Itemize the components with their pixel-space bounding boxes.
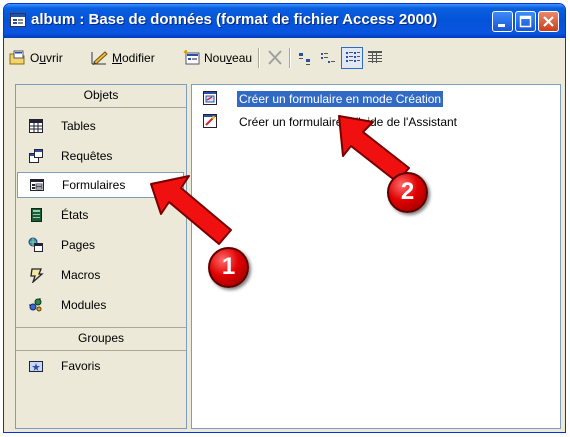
new-object-icon [183, 50, 200, 65]
object-item-label: Macros [61, 268, 101, 282]
groups-header[interactable]: Groupes [16, 327, 186, 351]
list-item-label: Créer un formulaire en mode Création [237, 91, 444, 107]
group-item-favorites[interactable]: Favoris [16, 353, 186, 379]
details-view-icon [368, 51, 382, 63]
delete-button[interactable] [266, 49, 287, 67]
minimize-icon [498, 24, 505, 27]
toolbar: Ou vrir Modifier Nou v eau [4, 38, 565, 74]
group-item-label: Favoris [61, 359, 101, 373]
object-item-modules[interactable]: Modules [16, 292, 186, 318]
toolbar-separator [258, 48, 260, 68]
open-form-icon [9, 50, 25, 65]
new-label-pre: Nou [204, 51, 227, 65]
object-item-macros[interactable]: Macros [16, 262, 186, 288]
objects-header[interactable]: Objets [16, 85, 186, 108]
report-icon [31, 208, 42, 222]
large-icons-view-icon [299, 53, 310, 65]
list-view-icon [346, 52, 360, 62]
details-view-button[interactable] [364, 47, 386, 69]
small-icons-view-button[interactable] [317, 47, 339, 69]
new-label-post: eau [232, 51, 253, 65]
new-button[interactable]: Nou v eau [183, 49, 252, 67]
modify-label-accel: M [112, 51, 122, 65]
macro-icon [30, 268, 44, 283]
database-window: album : Base de données (format de fichi… [3, 3, 566, 433]
table-icon [29, 119, 43, 133]
open-label-accel: u [39, 51, 47, 65]
page-icon [28, 237, 43, 252]
object-item-label: Tables [61, 119, 96, 133]
object-item-label: États [61, 208, 89, 222]
small-icons-view-icon [321, 53, 335, 63]
module-icon [29, 298, 42, 312]
minimize-button[interactable] [492, 11, 513, 32]
object-item-label: Requêtes [61, 149, 113, 163]
form-icon [30, 179, 44, 191]
objects-pane: Objets Tables Requêtes Formulaires États… [15, 84, 187, 429]
callout-badge-1: 1 [208, 247, 249, 288]
list-view-button[interactable] [341, 47, 363, 69]
object-item-tables[interactable]: Tables [16, 113, 186, 139]
object-item-label: Formulaires [62, 178, 126, 192]
favorites-icon [29, 361, 43, 372]
design-form-icon [203, 91, 217, 105]
design-view-icon [91, 51, 108, 65]
object-item-label: Pages [61, 238, 96, 252]
toolbar-separator [289, 48, 291, 68]
close-button[interactable] [538, 11, 559, 32]
open-label-pre: O [30, 51, 40, 65]
open-button[interactable]: Ou vrir [9, 49, 63, 67]
object-item-label: Modules [61, 298, 107, 312]
title-bar[interactable]: album : Base de données (format de fichi… [4, 4, 565, 38]
large-icons-view-button[interactable] [294, 47, 316, 69]
maximize-button[interactable] [515, 11, 536, 32]
open-label-post: vrir [46, 51, 63, 65]
close-icon [543, 16, 554, 27]
maximize-icon [519, 15, 532, 28]
modify-label-post: odifier [122, 51, 155, 65]
callout-badge-2: 2 [387, 172, 428, 213]
query-icon [29, 149, 43, 163]
delete-x-icon [268, 50, 282, 65]
callout-arrow-1 [150, 175, 232, 245]
modify-button[interactable]: Modifier [91, 49, 155, 67]
window-title: album : Base de données (format de fichi… [31, 11, 438, 28]
wizard-form-icon [203, 114, 217, 128]
database-icon [10, 13, 26, 27]
